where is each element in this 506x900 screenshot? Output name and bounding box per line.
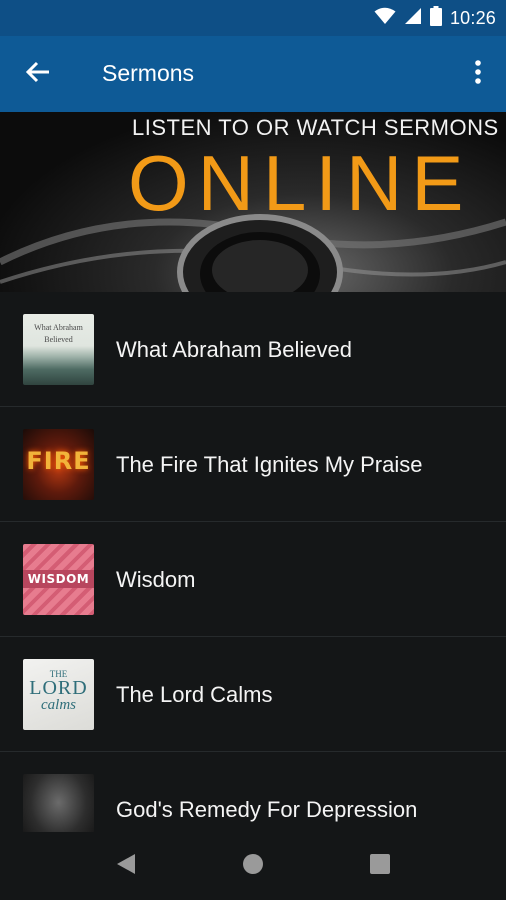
status-icons: 10:26: [374, 5, 496, 31]
app-bar: Sermons: [0, 36, 506, 112]
signal-icon: [404, 7, 422, 30]
battery-icon: [429, 5, 442, 31]
thumbnail-text: FIRE: [26, 447, 91, 475]
banner-big-text: ONLINE: [128, 139, 473, 227]
more-vert-icon: [474, 59, 482, 90]
wifi-icon: [374, 7, 396, 30]
sermon-thumbnail: THE LORD calms: [23, 659, 94, 730]
thumbnail-text-lord: LORD: [29, 677, 88, 699]
nav-recents-button[interactable]: [366, 852, 394, 880]
sermon-item[interactable]: THE LORD calms The Lord Calms: [0, 637, 506, 752]
nav-back-button[interactable]: [112, 852, 140, 880]
back-arrow-icon: [25, 60, 51, 89]
sermon-thumbnail: FIRE: [23, 429, 94, 500]
back-button[interactable]: [18, 56, 58, 92]
page-title: Sermons: [102, 60, 195, 86]
nav-recents-icon: [369, 853, 391, 880]
sermons-banner: LISTEN TO OR WATCH SERMONS ONLINE: [0, 112, 506, 292]
sermon-list: What Abraham Believed What Abraham Belie…: [0, 292, 506, 867]
system-nav-bar: [0, 832, 506, 900]
sermon-item[interactable]: WISDOM Wisdom: [0, 522, 506, 637]
sermon-title: What Abraham Believed: [116, 336, 353, 362]
thumbnail-text: WISDOM: [23, 570, 94, 588]
nav-back-icon: [115, 852, 137, 881]
sermon-title: Wisdom: [116, 566, 196, 592]
thumbnail-text: THE LORD calms: [23, 669, 94, 713]
sermon-thumbnail: What Abraham Believed: [23, 314, 94, 385]
thumbnail-text-calms: calms: [41, 697, 76, 713]
sermon-title: The Fire That Ignites My Praise: [116, 451, 423, 477]
thumbnail-text: What Abraham Believed: [34, 323, 83, 344]
sermon-item[interactable]: What Abraham Believed What Abraham Belie…: [0, 292, 506, 407]
nav-home-icon: [241, 852, 265, 881]
more-options-button[interactable]: [462, 56, 494, 92]
nav-home-button[interactable]: [239, 852, 267, 880]
sermon-thumbnail: WISDOM: [23, 544, 94, 615]
status-bar: 10:26: [0, 0, 506, 36]
sermon-title: The Lord Calms: [116, 681, 273, 707]
sermon-item[interactable]: FIRE The Fire That Ignites My Praise: [0, 407, 506, 522]
sermons-screen: 10:26 Sermons LISTEN TO OR WATCH SERMONS…: [0, 0, 506, 900]
status-time: 10:26: [449, 7, 496, 28]
